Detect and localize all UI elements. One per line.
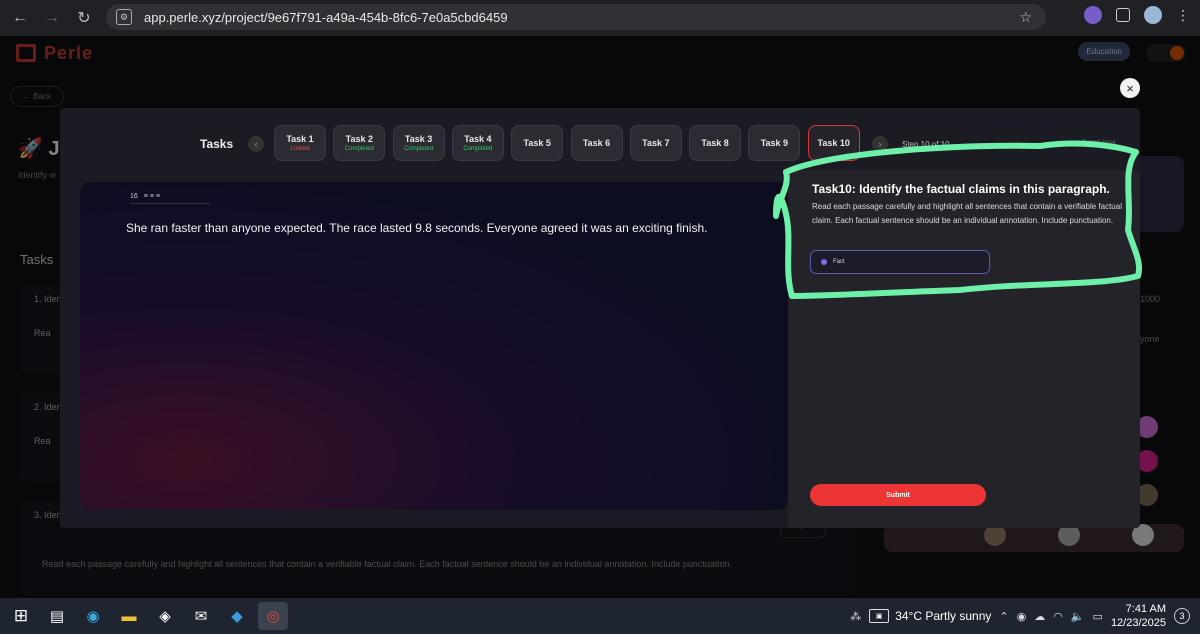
chevron-right-icon[interactable]: › [872, 136, 888, 152]
task-tab-status: Completed [344, 146, 374, 152]
clock-date: 12/23/2025 [1110, 617, 1166, 629]
weather-widget[interactable]: ▣ 34°C Partly sunny [869, 609, 991, 623]
task-tab-5[interactable]: Task 5 [511, 125, 564, 161]
instruction-title: Task10: Identify the factual claims in t… [812, 182, 1110, 196]
windows-taskbar: ⊞ ▤ ◉ ▬ ◈ ✉ ◆ ◎ ⁂ ▣ 34°C Partly sunny ⌃ … [0, 598, 1200, 634]
chrome-icon[interactable]: ◎ [258, 602, 288, 630]
task-tab-9[interactable]: Task 9 [748, 125, 801, 161]
task-tab-6[interactable]: Task 6 [570, 125, 623, 161]
back-arrow-icon[interactable]: ← [8, 6, 32, 30]
instruction-panel: Task10: Identify the factual claims in t… [788, 170, 1140, 528]
task-tab-3[interactable]: Task 3 Completed [392, 125, 445, 161]
file-explorer-icon[interactable]: ▬ [114, 602, 144, 630]
label-color-dot [821, 259, 827, 265]
edge-icon[interactable]: ◉ [78, 602, 108, 630]
task-modal: Tasks ‹ Task 1 Locked Task 2 Completed Task … [60, 108, 1140, 528]
battery-icon[interactable]: ▭ [1093, 610, 1103, 623]
task-tab-label: Task 2 [345, 134, 373, 144]
weather-icon: ▣ [869, 609, 890, 623]
people-icon[interactable]: ⁂ [850, 610, 861, 623]
task-view-icon[interactable]: ▤ [42, 602, 72, 630]
network-icon[interactable]: ◠ [1053, 610, 1063, 623]
extension-icon[interactable] [1084, 6, 1102, 24]
task-tab-label: Task 8 [701, 138, 729, 148]
task-tab-1[interactable]: Task 1 Locked [274, 125, 326, 161]
task-tab-2[interactable]: Task 2 Completed [333, 125, 386, 161]
reload-icon[interactable]: ↻ [72, 6, 96, 30]
notifications-icon[interactable]: 3 [1174, 608, 1190, 624]
site-settings-icon[interactable]: ⚙ [116, 9, 132, 25]
task-tab-status: Completed [404, 146, 434, 152]
extensions-icon[interactable] [1116, 8, 1130, 22]
tray-app-icon[interactable]: ◉ [1017, 610, 1027, 623]
chevron-left-icon[interactable]: ‹ [248, 136, 264, 152]
passage-editor[interactable]: 16 ≡ ≡ ≡ She ran faster than anyone expe… [80, 182, 788, 510]
volume-icon[interactable]: 🔈 [1071, 610, 1085, 623]
task-tab-label: Task 6 [582, 138, 611, 148]
task-tab-label: Task 7 [642, 138, 670, 148]
profile-icon[interactable] [1144, 6, 1162, 24]
instruction-description: Read each passage carefully and highligh… [812, 202, 1122, 225]
tasks-label: Tasks [200, 137, 234, 151]
task-tab-label: Task 1 [286, 134, 314, 144]
label-option-fact[interactable]: Fact [810, 250, 990, 274]
task-tab-4[interactable]: Task 4 Completed [451, 125, 504, 161]
task-tab-10[interactable]: Task 10 [807, 125, 860, 161]
store-icon[interactable]: ◈ [150, 602, 180, 630]
task-tab-label: Task 9 [760, 138, 789, 148]
cloud-icon[interactable]: ☁ [1034, 610, 1045, 623]
report-issue-link[interactable]: Report issue [1082, 140, 1116, 146]
task-tab-label: Task 10 [817, 138, 850, 148]
task-tab-status: Locked [290, 146, 310, 152]
task-tab-8[interactable]: Task 8 [689, 125, 742, 161]
more-icon[interactable]: ⋮ [1176, 7, 1190, 24]
font-size-select[interactable]: 16 [130, 193, 138, 200]
task-tab-status: Completed [463, 146, 493, 152]
task-tab-label: Task 3 [404, 134, 433, 144]
label-option-text: Fact [833, 259, 845, 265]
browser-chrome: ← → ↻ ⚙ app.perle.xyz/project/9e67f791-a… [0, 0, 1200, 36]
align-icon[interactable]: ≡ ≡ ≡ [144, 193, 160, 200]
task-tab-label: Task 4 [464, 134, 492, 144]
passage-text[interactable]: She ran faster than anyone expected. The… [126, 221, 707, 235]
editor-toolbar: 16 ≡ ≡ ≡ [130, 190, 210, 204]
step-indicator: Step 10 of 10 [902, 140, 950, 149]
mail-icon[interactable]: ✉ [186, 602, 216, 630]
vscode-icon[interactable]: ◆ [222, 602, 252, 630]
clock-time: 7:41 AM [1125, 603, 1166, 615]
submit-button[interactable]: Submit [810, 484, 986, 506]
task-tab-7[interactable]: Task 7 [629, 125, 682, 161]
weather-text: 34°C Partly sunny [895, 609, 992, 623]
star-icon[interactable]: ☆ [1019, 9, 1032, 26]
task-tab-label: Task 5 [523, 138, 551, 148]
chevron-up-icon[interactable]: ⌃ [999, 610, 1008, 623]
close-icon[interactable]: × [1120, 78, 1140, 98]
forward-arrow-icon[interactable]: → [40, 6, 64, 30]
windows-start-icon[interactable]: ⊞ [6, 602, 36, 630]
clock[interactable]: 7:41 AM 12/23/2025 [1111, 602, 1166, 630]
address-bar[interactable]: ⚙ app.perle.xyz/project/9e67f791-a49a-45… [106, 4, 1046, 30]
url-text: app.perle.xyz/project/9e67f791-a49a-454b… [144, 9, 508, 25]
